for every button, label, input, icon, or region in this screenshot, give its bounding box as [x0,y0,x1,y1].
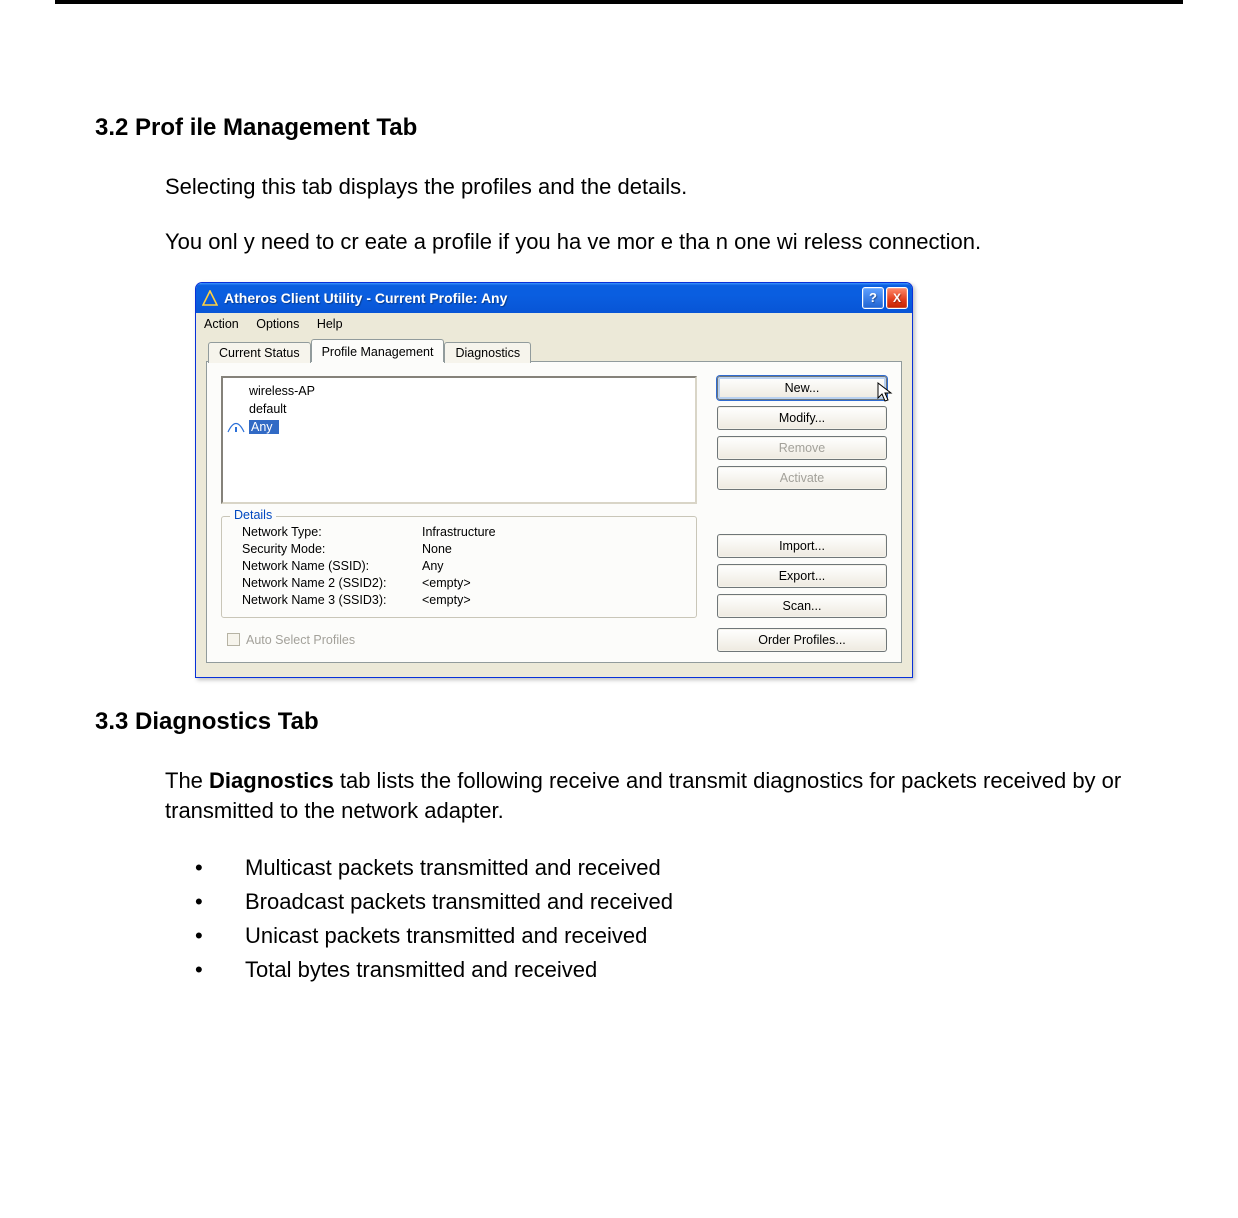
menu-bar: Action Options Help [196,313,912,335]
menu-help[interactable]: Help [317,317,343,331]
diagnostics-bullet-list: Multicast packets transmitted and receiv… [205,851,1143,987]
new-button[interactable]: New... [717,376,887,400]
tab-current-status[interactable]: Current Status [208,342,311,363]
window-title: Atheros Client Utility - Current Profile… [224,290,507,306]
details-legend: Details [230,508,276,522]
detail-label-security-mode: Security Mode: [242,542,422,556]
profile-item-wireless-ap[interactable]: wireless-AP [223,382,695,400]
detail-value-security-mode: None [422,542,686,556]
auto-select-checkbox[interactable] [227,633,240,646]
window-titlebar[interactable]: Atheros Client Utility - Current Profile… [196,283,912,313]
signal-icon [227,419,245,433]
detail-value-ssid: Any [422,559,686,573]
activate-button[interactable]: Activate [717,466,887,490]
detail-label-ssid2: Network Name 2 (SSID2): [242,576,422,590]
help-icon: ? [869,290,877,305]
list-item: Multicast packets transmitted and receiv… [205,851,1143,885]
order-profiles-button[interactable]: Order Profiles... [717,628,887,652]
heading-3-3: 3.3 Diagnostics Tab [95,708,1143,736]
profile-item-label: Any [249,420,279,434]
atheros-dialog-window: Atheros Client Utility - Current Profile… [195,282,913,678]
list-item: Broadcast packets transmitted and receiv… [205,885,1143,919]
tab-diagnostics[interactable]: Diagnostics [444,342,531,363]
tab-profile-management[interactable]: Profile Management [311,339,445,362]
detail-value-ssid3: <empty> [422,593,686,607]
scan-button[interactable]: Scan... [717,594,887,618]
details-group: Details Network Type: Infrastructure Sec… [221,516,697,618]
modify-button[interactable]: Modify... [717,406,887,430]
heading-3-2: 3.2 Prof ile Management Tab [95,114,1143,142]
list-item: Unicast packets transmitted and received [205,919,1143,953]
profile-listbox[interactable]: wireless-AP default Any [221,376,697,504]
detail-value-network-type: Infrastructure [422,525,686,539]
import-button[interactable]: Import... [717,534,887,558]
paragraph-diagnostics: The Diagnostics tab lists the following … [165,766,1143,828]
para3-pre: The [165,768,209,793]
list-item: Total bytes transmitted and received [205,953,1143,987]
menu-action[interactable]: Action [204,317,239,331]
dialog-footer: Auto Select Profiles Order Profiles... [221,628,887,652]
window-client-area: Current Status Profile Management Diagno… [196,335,912,677]
document-body: 3.2 Prof ile Management Tab Selecting th… [0,4,1238,1028]
profile-buttons-column: New... Modify... Remove Activate [717,376,887,504]
export-button[interactable]: Export... [717,564,887,588]
titlebar-close-button[interactable]: X [886,287,908,309]
auto-select-label: Auto Select Profiles [246,633,697,647]
tab-strip: Current Status Profile Management Diagno… [206,339,902,362]
detail-value-ssid2: <empty> [422,576,686,590]
atheros-logo-icon [202,290,218,306]
titlebar-help-button[interactable]: ? [862,287,884,309]
profile-item-default[interactable]: default [223,400,695,418]
close-icon: X [893,291,901,305]
profile-item-any[interactable]: Any [223,418,695,436]
paragraph-note: You onl y need to cr eate a profile if y… [165,227,1143,258]
detail-label-network-type: Network Type: [242,525,422,539]
menu-options[interactable]: Options [256,317,299,331]
remove-button[interactable]: Remove [717,436,887,460]
tab-body: wireless-AP default Any New... [206,361,902,663]
detail-label-ssid: Network Name (SSID): [242,559,422,573]
paragraph-intro: Selecting this tab displays the profiles… [165,172,1143,203]
para3-bold: Diagnostics [209,768,334,793]
detail-label-ssid3: Network Name 3 (SSID3): [242,593,422,607]
secondary-buttons-column: Import... Export... Scan... [717,504,887,618]
